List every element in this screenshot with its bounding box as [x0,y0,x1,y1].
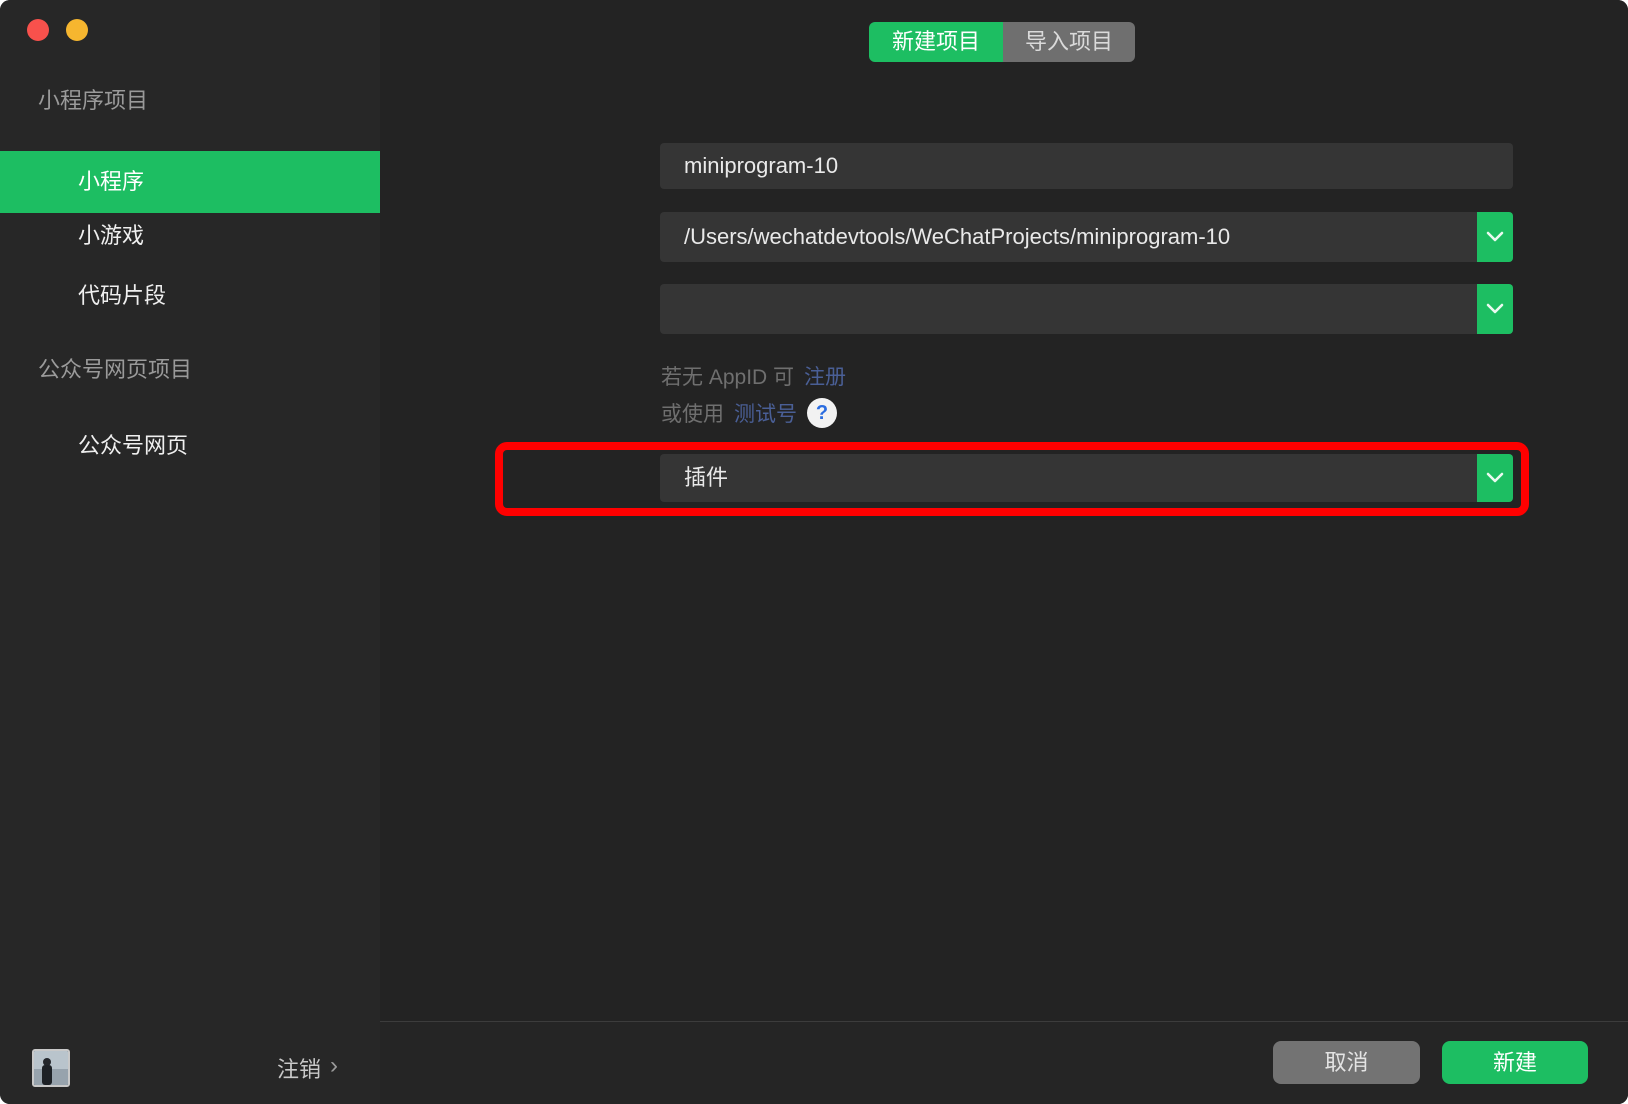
sidebar-item-miniprogram[interactable]: 小程序 [0,151,380,213]
directory-dropdown-button[interactable] [1477,212,1513,262]
chevron-down-icon [1486,472,1504,483]
appid-help-text: 或使用 [661,403,724,426]
appid-help-text: 若无 AppID 可 [661,366,795,389]
appid-help-line2: 或使用 测试号 ? [661,398,837,428]
sidebar-section-official-account-web-project: 公众号网页项目 [38,357,193,382]
register-link[interactable]: 注册 [804,361,846,391]
project-mode-tabs: 新建项目 导入项目 [869,22,1135,62]
app-window: 小程序项目 小程序 小游戏 代码片段 公众号网页项目 公众号网页 注销 › 新建… [0,0,1628,1104]
sidebar-footer: 注销 › [0,1044,380,1104]
avatar-photo [34,1051,68,1085]
footer-bar: 取消 新建 [380,1021,1628,1104]
appid-field[interactable] [660,284,1513,334]
sidebar-item-label: 小游戏 [78,223,145,248]
sidebar-item-label: 公众号网页 [78,433,189,458]
dev-mode-field[interactable]: 插件 [660,454,1513,502]
tab-import-project[interactable]: 导入项目 [1003,22,1135,62]
close-window-icon[interactable] [27,19,49,41]
chevron-down-icon [1486,231,1504,242]
cancel-button[interactable]: 取消 [1273,1041,1420,1084]
appid-dropdown-button[interactable] [1477,284,1513,334]
project-name-input[interactable] [660,143,1513,189]
sidebar-item-label: 代码片段 [78,283,167,308]
sidebar-item-official-account-web[interactable]: 公众号网页 [0,422,380,470]
sidebar-item-code-snippet[interactable]: 代码片段 [0,272,380,320]
avatar[interactable] [32,1049,70,1087]
dev-mode-dropdown-button[interactable] [1477,454,1513,502]
tab-new-project[interactable]: 新建项目 [869,22,1003,62]
sidebar: 小程序项目 小程序 小游戏 代码片段 公众号网页项目 公众号网页 注销 › [0,0,380,1104]
sidebar-item-label: 小程序 [78,169,145,194]
directory-value: /Users/wechatdevtools/WeChatProjects/min… [684,224,1231,249]
sidebar-section-miniprogram-project: 小程序项目 [38,88,149,113]
appid-help-line1: 若无 AppID 可 注册 [661,363,846,389]
project-name-field [660,143,1513,189]
chevron-down-icon [1486,303,1504,314]
chevron-right-icon: › [330,1052,338,1079]
create-button[interactable]: 新建 [1442,1041,1588,1084]
sidebar-item-minigame[interactable]: 小游戏 [0,212,380,260]
minimize-window-icon[interactable] [66,19,88,41]
logout-label: 注销 [276,1057,321,1082]
test-account-link[interactable]: 测试号 [734,398,797,428]
dev-mode-value: 插件 [684,465,729,490]
main-panel: 新建项目 导入项目 项目名称 目录 /Users/wechatdevtools/… [380,0,1628,1104]
help-question-icon[interactable]: ? [807,398,837,428]
logout-button[interactable]: 注销 › [277,1052,338,1084]
directory-field[interactable]: /Users/wechatdevtools/WeChatProjects/min… [660,212,1513,262]
